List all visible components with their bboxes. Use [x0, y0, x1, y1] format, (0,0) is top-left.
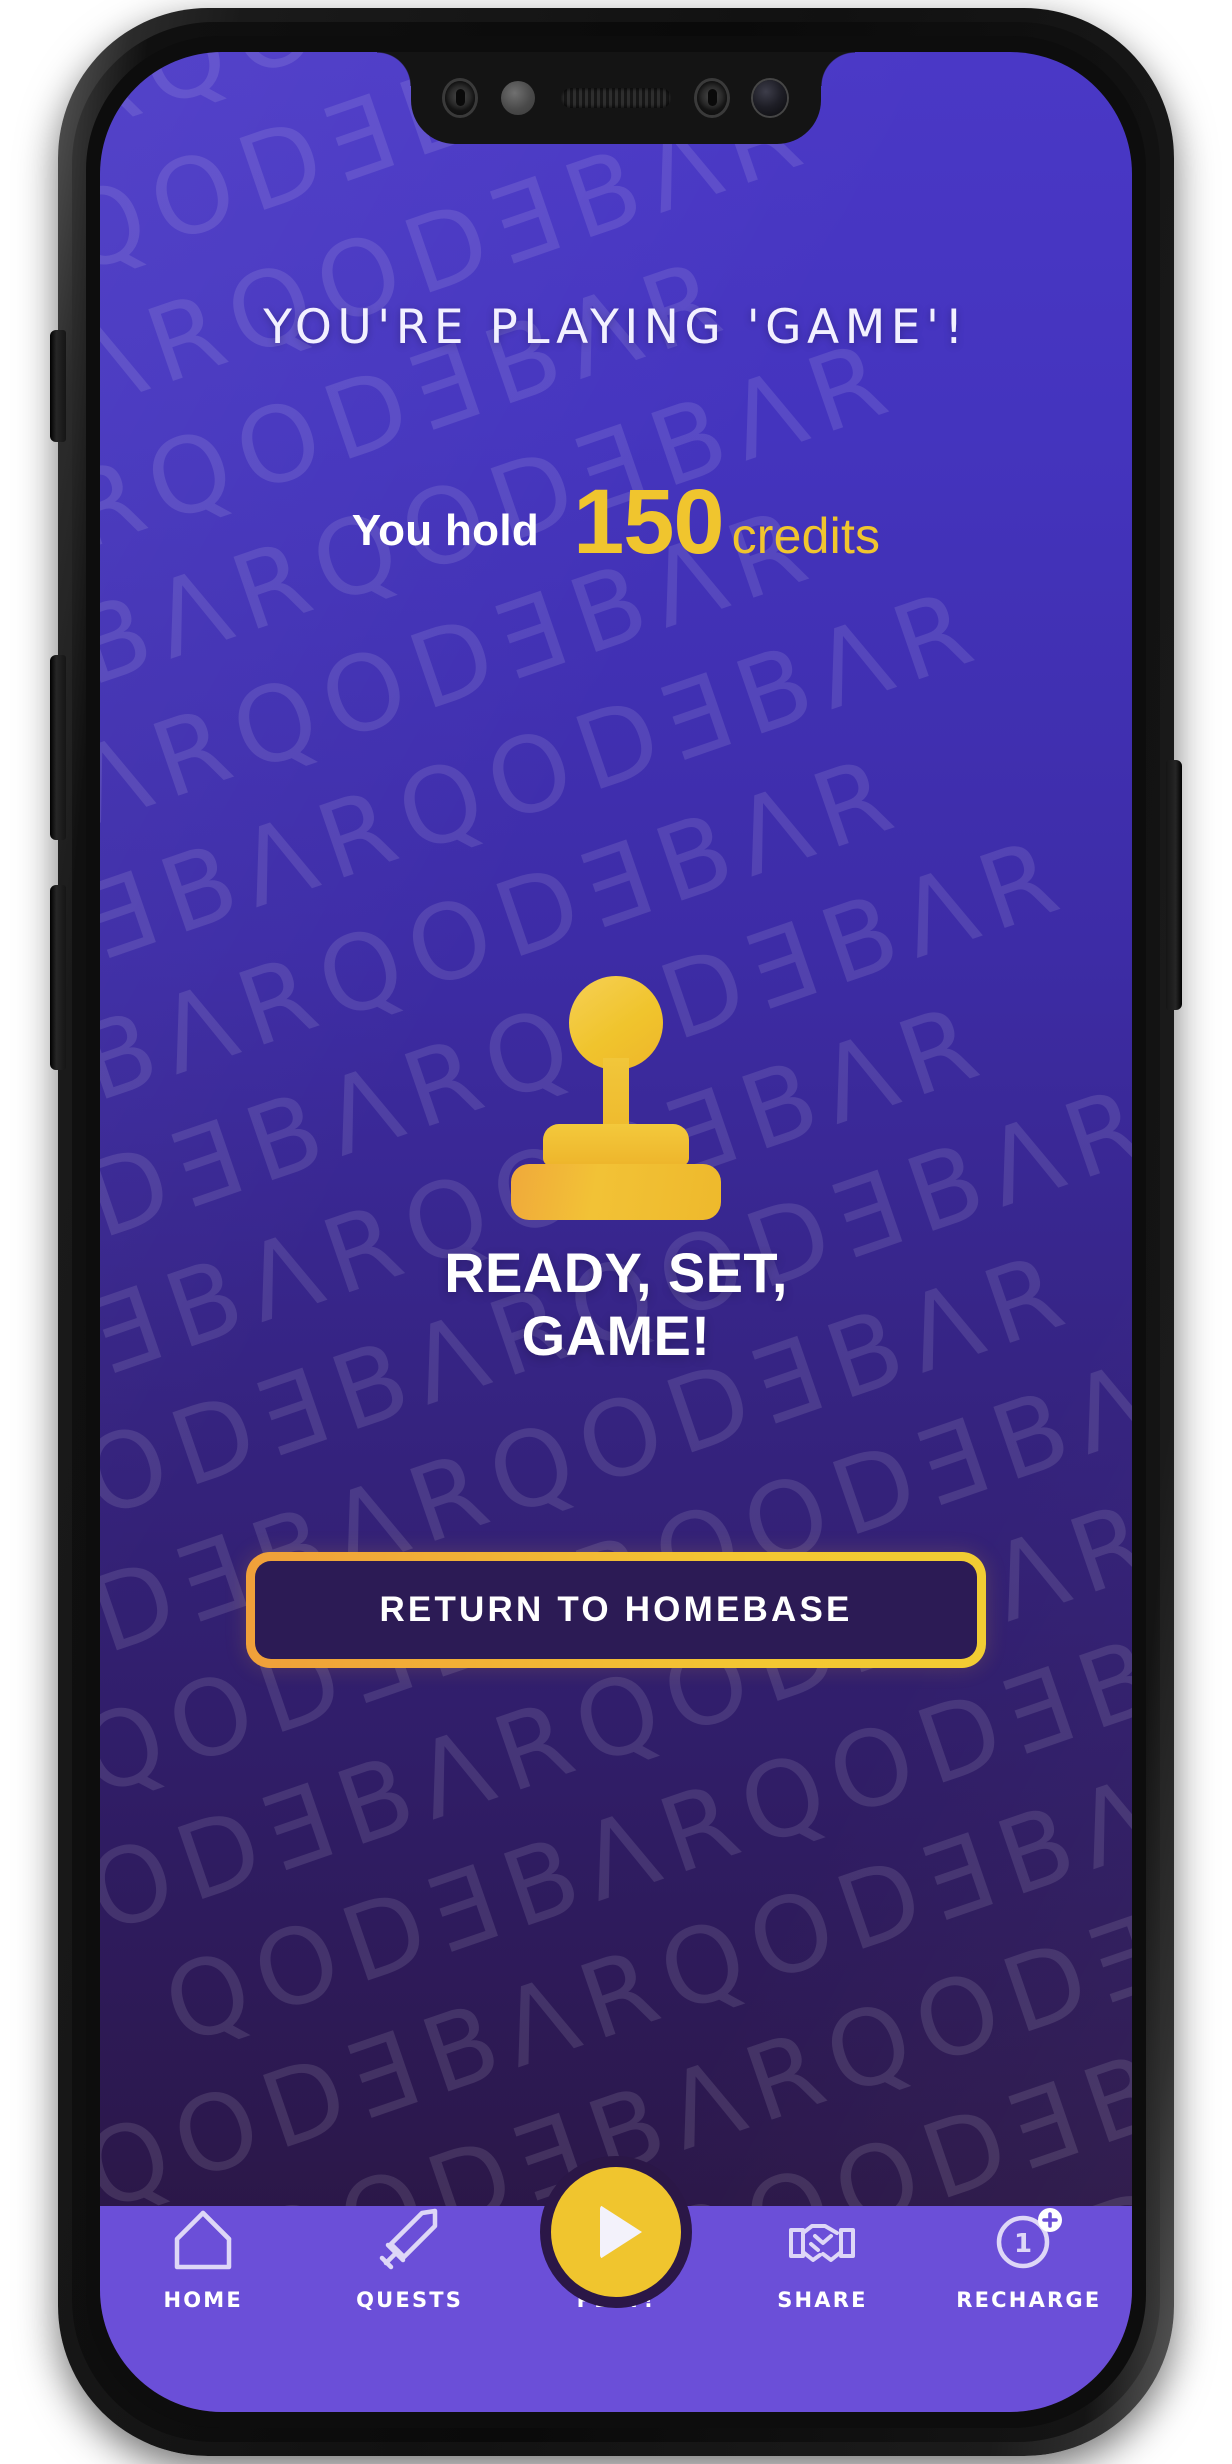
volume-up-button[interactable] [50, 655, 66, 840]
credits-amount: 150 [573, 471, 724, 573]
joystick-ball [569, 976, 663, 1070]
ir-sensor-icon [697, 81, 727, 115]
sword-icon [378, 2206, 442, 2272]
credits-display: You hold 150 credits [100, 476, 1132, 568]
nav-item-recharge[interactable]: 1 RECHARGE [926, 2206, 1132, 2412]
nav-item-quests[interactable]: QUESTS [306, 2206, 512, 2412]
credits-unit-label: credits [731, 508, 881, 564]
coin-plus-icon: 1 [993, 2206, 1065, 2272]
phone-device-frame: QODƎBΛRQODƎBΛR QODƎBΛRQODƎBΛR QODƎBΛRQOD… [0, 0, 1232, 2464]
hero-headline-line1: READY, SET, [444, 1241, 788, 1304]
nav-label-home: HOME [163, 2288, 243, 2312]
play-button[interactable] [540, 2156, 692, 2308]
return-to-homebase-button-frame: RETURN TO HOMEBASE [246, 1552, 986, 1668]
hero-headline-line2: GAME! [521, 1303, 711, 1367]
silent-switch-button[interactable] [50, 330, 66, 442]
nav-label-quests: QUESTS [356, 2288, 464, 2312]
house-icon [172, 2206, 234, 2272]
proximity-sensor-icon [501, 81, 535, 115]
ir-sensor-icon [445, 81, 475, 115]
device-notch [377, 52, 855, 144]
svg-text:1: 1 [1014, 2229, 1032, 2259]
phone-screen: QODƎBΛRQODƎBΛR QODƎBΛRQODƎBΛR QODƎBΛRQOD… [100, 52, 1132, 2412]
joystick-icon [511, 972, 721, 1220]
joystick-base [511, 1164, 721, 1220]
nav-item-home[interactable]: HOME [100, 2206, 306, 2412]
play-triangle-icon [599, 2205, 642, 2259]
front-camera-icon [753, 80, 787, 116]
power-button[interactable] [1166, 760, 1182, 1010]
nav-item-share[interactable]: SHARE [719, 2206, 925, 2412]
handshake-icon [787, 2206, 857, 2272]
nav-label-recharge: RECHARGE [956, 2288, 1102, 2312]
nav-label-share: SHARE [777, 2288, 868, 2312]
earpiece-speaker-icon [561, 88, 671, 108]
volume-down-button[interactable] [50, 885, 66, 1070]
app-content: YOU'RE PLAYING 'GAME'! You hold 150 cred… [100, 52, 1132, 2412]
page-title: YOU'RE PLAYING 'GAME'! [263, 300, 969, 355]
joystick-plate [543, 1124, 689, 1166]
hero-headline: READY, SET, GAME! [100, 1241, 1132, 1367]
credits-label: You hold [351, 506, 540, 555]
return-to-homebase-button[interactable]: RETURN TO HOMEBASE [255, 1561, 977, 1659]
